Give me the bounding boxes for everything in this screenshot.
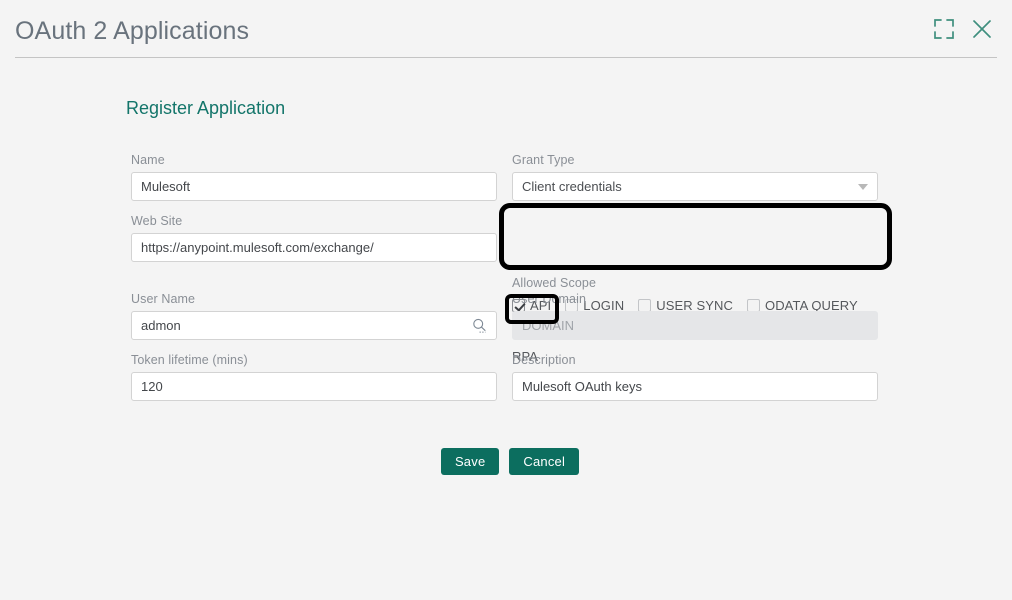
save-button[interactable]: Save (440, 448, 500, 475)
description-label: Description (512, 353, 576, 367)
field-user-domain: User Domain (512, 292, 878, 340)
name-label: Name (131, 153, 165, 167)
web-site-label: Web Site (131, 214, 183, 228)
token-lifetime-input[interactable] (131, 372, 497, 401)
user-name-label: User Name (131, 292, 196, 306)
user-domain-input (512, 311, 878, 340)
field-grant-type: Grant Type Client credentials (512, 153, 878, 201)
token-lifetime-label: Token lifetime (mins) (131, 353, 248, 367)
cancel-button[interactable]: Cancel (509, 448, 580, 475)
field-user-name: User Name (131, 292, 497, 340)
field-description: Description (512, 353, 878, 401)
description-input[interactable] (512, 372, 878, 401)
allowed-scope-label: Allowed Scope (512, 276, 596, 290)
form-actions: Save Cancel (0, 448, 1012, 475)
user-name-input[interactable] (131, 311, 497, 340)
close-icon[interactable] (970, 17, 994, 41)
grant-type-select[interactable]: Client credentials (512, 172, 878, 201)
register-application-form: Register Application Name Grant Type Cli… (0, 58, 1012, 600)
user-domain-label: User Domain (512, 292, 587, 306)
search-icon[interactable] (471, 317, 488, 335)
grant-type-select-wrap: Client credentials (512, 172, 878, 201)
name-input[interactable] (131, 172, 497, 201)
field-token-lifetime: Token lifetime (mins) (131, 353, 497, 401)
app-header: OAuth 2 Applications (0, 0, 1012, 58)
grant-type-label: Grant Type (512, 153, 575, 167)
grant-type-value: Client credentials (522, 179, 622, 194)
section-title: Register Application (126, 98, 286, 118)
field-name: Name (131, 153, 497, 201)
grant-type-highlight-box (499, 203, 892, 270)
page-title: OAuth 2 Applications (15, 17, 250, 45)
web-site-input[interactable] (131, 233, 497, 262)
header-actions (932, 17, 994, 41)
field-web-site: Web Site (131, 214, 497, 262)
expand-icon[interactable] (932, 17, 956, 41)
user-name-input-wrap (131, 311, 497, 340)
